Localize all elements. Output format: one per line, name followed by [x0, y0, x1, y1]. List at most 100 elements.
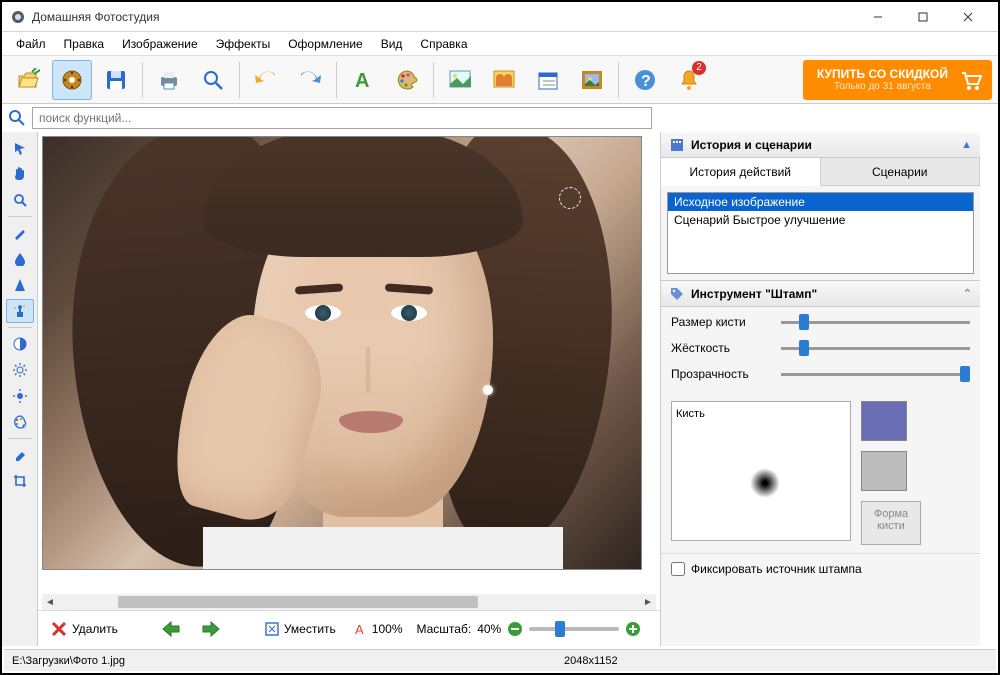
toolbar-separator — [142, 62, 143, 98]
print-button[interactable] — [149, 60, 189, 100]
hardness-slider[interactable] — [781, 347, 970, 350]
text-icon: A — [354, 622, 368, 636]
notifications-button[interactable]: 2 — [669, 60, 709, 100]
brush-tool[interactable] — [6, 221, 34, 245]
history-panel-header: История и сценарии ▲ — [661, 132, 980, 158]
save-button[interactable] — [96, 60, 136, 100]
svg-text:A: A — [355, 622, 364, 636]
fix-source-checkbox[interactable] — [671, 562, 685, 576]
sharpen-tool[interactable] — [6, 273, 34, 297]
collapse-icon[interactable]: ▲ — [961, 139, 972, 151]
palette-button[interactable] — [387, 60, 427, 100]
brush-size-slider[interactable] — [781, 321, 970, 324]
contrast-tool[interactable] — [6, 332, 34, 356]
menu-edit[interactable]: Правка — [56, 34, 113, 54]
horizontal-scrollbar[interactable]: ◄ ► — [42, 594, 656, 610]
minimize-button[interactable] — [855, 3, 900, 31]
toolbar-separator — [239, 62, 240, 98]
svg-text:?: ? — [641, 73, 651, 90]
toolbar-separator — [336, 62, 337, 98]
zoom-in-icon[interactable] — [625, 621, 641, 637]
delete-button[interactable]: Удалить — [46, 618, 122, 640]
stamp-tool[interactable] — [6, 299, 34, 323]
menu-image[interactable]: Изображение — [114, 34, 206, 54]
history-item[interactable]: Исходное изображение — [668, 193, 973, 211]
secondary-color-swatch[interactable] — [861, 451, 907, 491]
opacity-slider[interactable] — [781, 373, 970, 376]
zoom-controls: Масштаб: 40% — [417, 621, 642, 637]
statusbar: E:\Загрузки\Фото 1.jpg 2048x1152 — [4, 649, 996, 671]
move-tool[interactable] — [6, 136, 34, 160]
promo-banner[interactable]: КУПИТЬ СО СКИДКОЙ Только до 31 августа — [803, 60, 992, 100]
zoom-out-icon[interactable] — [507, 621, 523, 637]
eraser-tool[interactable] — [6, 443, 34, 467]
effect2-button[interactable] — [484, 60, 524, 100]
stamp-cursor — [559, 187, 581, 209]
slider-thumb[interactable] — [799, 314, 809, 330]
paint-tool[interactable] — [6, 410, 34, 434]
fix-source-row: Фиксировать источник штампа — [661, 553, 980, 584]
notification-badge: 2 — [692, 61, 706, 75]
history-list[interactable]: Исходное изображение Сценарий Быстрое ул… — [667, 192, 974, 274]
zoom-button[interactable] — [193, 60, 233, 100]
zoom-thumb[interactable] — [555, 621, 565, 637]
canvas-footer: Удалить Уместить A 100% Масштаб: 40% — [38, 610, 660, 646]
maximize-button[interactable] — [900, 3, 945, 31]
opacity-row: Прозрачность — [671, 367, 970, 381]
menu-design[interactable]: Оформление — [280, 34, 370, 54]
fit-button[interactable]: Уместить — [260, 619, 340, 639]
menu-view[interactable]: Вид — [373, 34, 411, 54]
undo-button[interactable] — [246, 60, 286, 100]
help-button[interactable]: ? — [625, 60, 665, 100]
menu-help[interactable]: Справка — [412, 34, 475, 54]
slider-thumb[interactable] — [799, 340, 809, 356]
hand-tool[interactable] — [6, 162, 34, 186]
menubar: Файл Правка Изображение Эффекты Оформлен… — [2, 32, 998, 56]
drop-tool[interactable] — [6, 247, 34, 271]
collapse-icon[interactable]: ⌃ — [963, 287, 972, 300]
history-item[interactable]: Сценарий Быстрое улучшение — [668, 211, 973, 229]
brightness2-tool[interactable] — [6, 384, 34, 408]
tool-panel-title: Инструмент "Штамп" — [691, 287, 817, 301]
scroll-left-arrow[interactable]: ◄ — [42, 594, 58, 610]
scroll-thumb[interactable] — [118, 596, 478, 608]
text-button[interactable]: A — [343, 60, 383, 100]
open-button[interactable] — [8, 60, 48, 100]
frame-button[interactable] — [572, 60, 612, 100]
photo-canvas[interactable] — [42, 136, 642, 570]
brush-preview[interactable]: Кисть — [671, 401, 851, 541]
scale-label: Масштаб: — [417, 622, 472, 636]
scroll-right-arrow[interactable]: ► — [640, 594, 656, 610]
search-icon — [8, 109, 26, 127]
actual-size-button[interactable]: A 100% — [350, 620, 407, 638]
brush-size-label: Размер кисти — [671, 315, 771, 329]
menu-file[interactable]: Файл — [8, 34, 54, 54]
slider-thumb[interactable] — [960, 366, 970, 382]
zoom-slider[interactable] — [529, 627, 619, 631]
cart-icon — [958, 68, 982, 92]
next-button[interactable] — [196, 618, 226, 640]
hardness-row: Жёсткость — [671, 341, 970, 355]
tab-scenarios[interactable]: Сценарии — [821, 158, 981, 185]
primary-color-swatch[interactable] — [861, 401, 907, 441]
redo-button[interactable] — [290, 60, 330, 100]
catalog-button[interactable] — [52, 60, 92, 100]
zoom-tool[interactable] — [6, 188, 34, 212]
prev-button[interactable] — [156, 618, 186, 640]
effect1-button[interactable] — [440, 60, 480, 100]
search-input[interactable] — [32, 107, 652, 129]
delete-icon — [50, 620, 68, 638]
close-button[interactable] — [945, 3, 990, 31]
side-separator — [8, 216, 32, 217]
crop-tool[interactable] — [6, 469, 34, 493]
titlebar: Домашняя Фотостудия — [2, 2, 998, 32]
svg-text:A: A — [355, 70, 369, 91]
main-area: ◄ ► Удалить Уместить A 100% Масштаб: — [2, 132, 998, 646]
calendar-button[interactable] — [528, 60, 568, 100]
menu-effects[interactable]: Эффекты — [208, 34, 279, 54]
side-separator — [8, 438, 32, 439]
brush-shape-button[interactable]: Форма кисти — [861, 501, 921, 545]
tab-history[interactable]: История действий — [661, 158, 821, 186]
canvas-area: ◄ ► Удалить Уместить A 100% Масштаб: — [38, 132, 660, 646]
brightness-tool[interactable] — [6, 358, 34, 382]
